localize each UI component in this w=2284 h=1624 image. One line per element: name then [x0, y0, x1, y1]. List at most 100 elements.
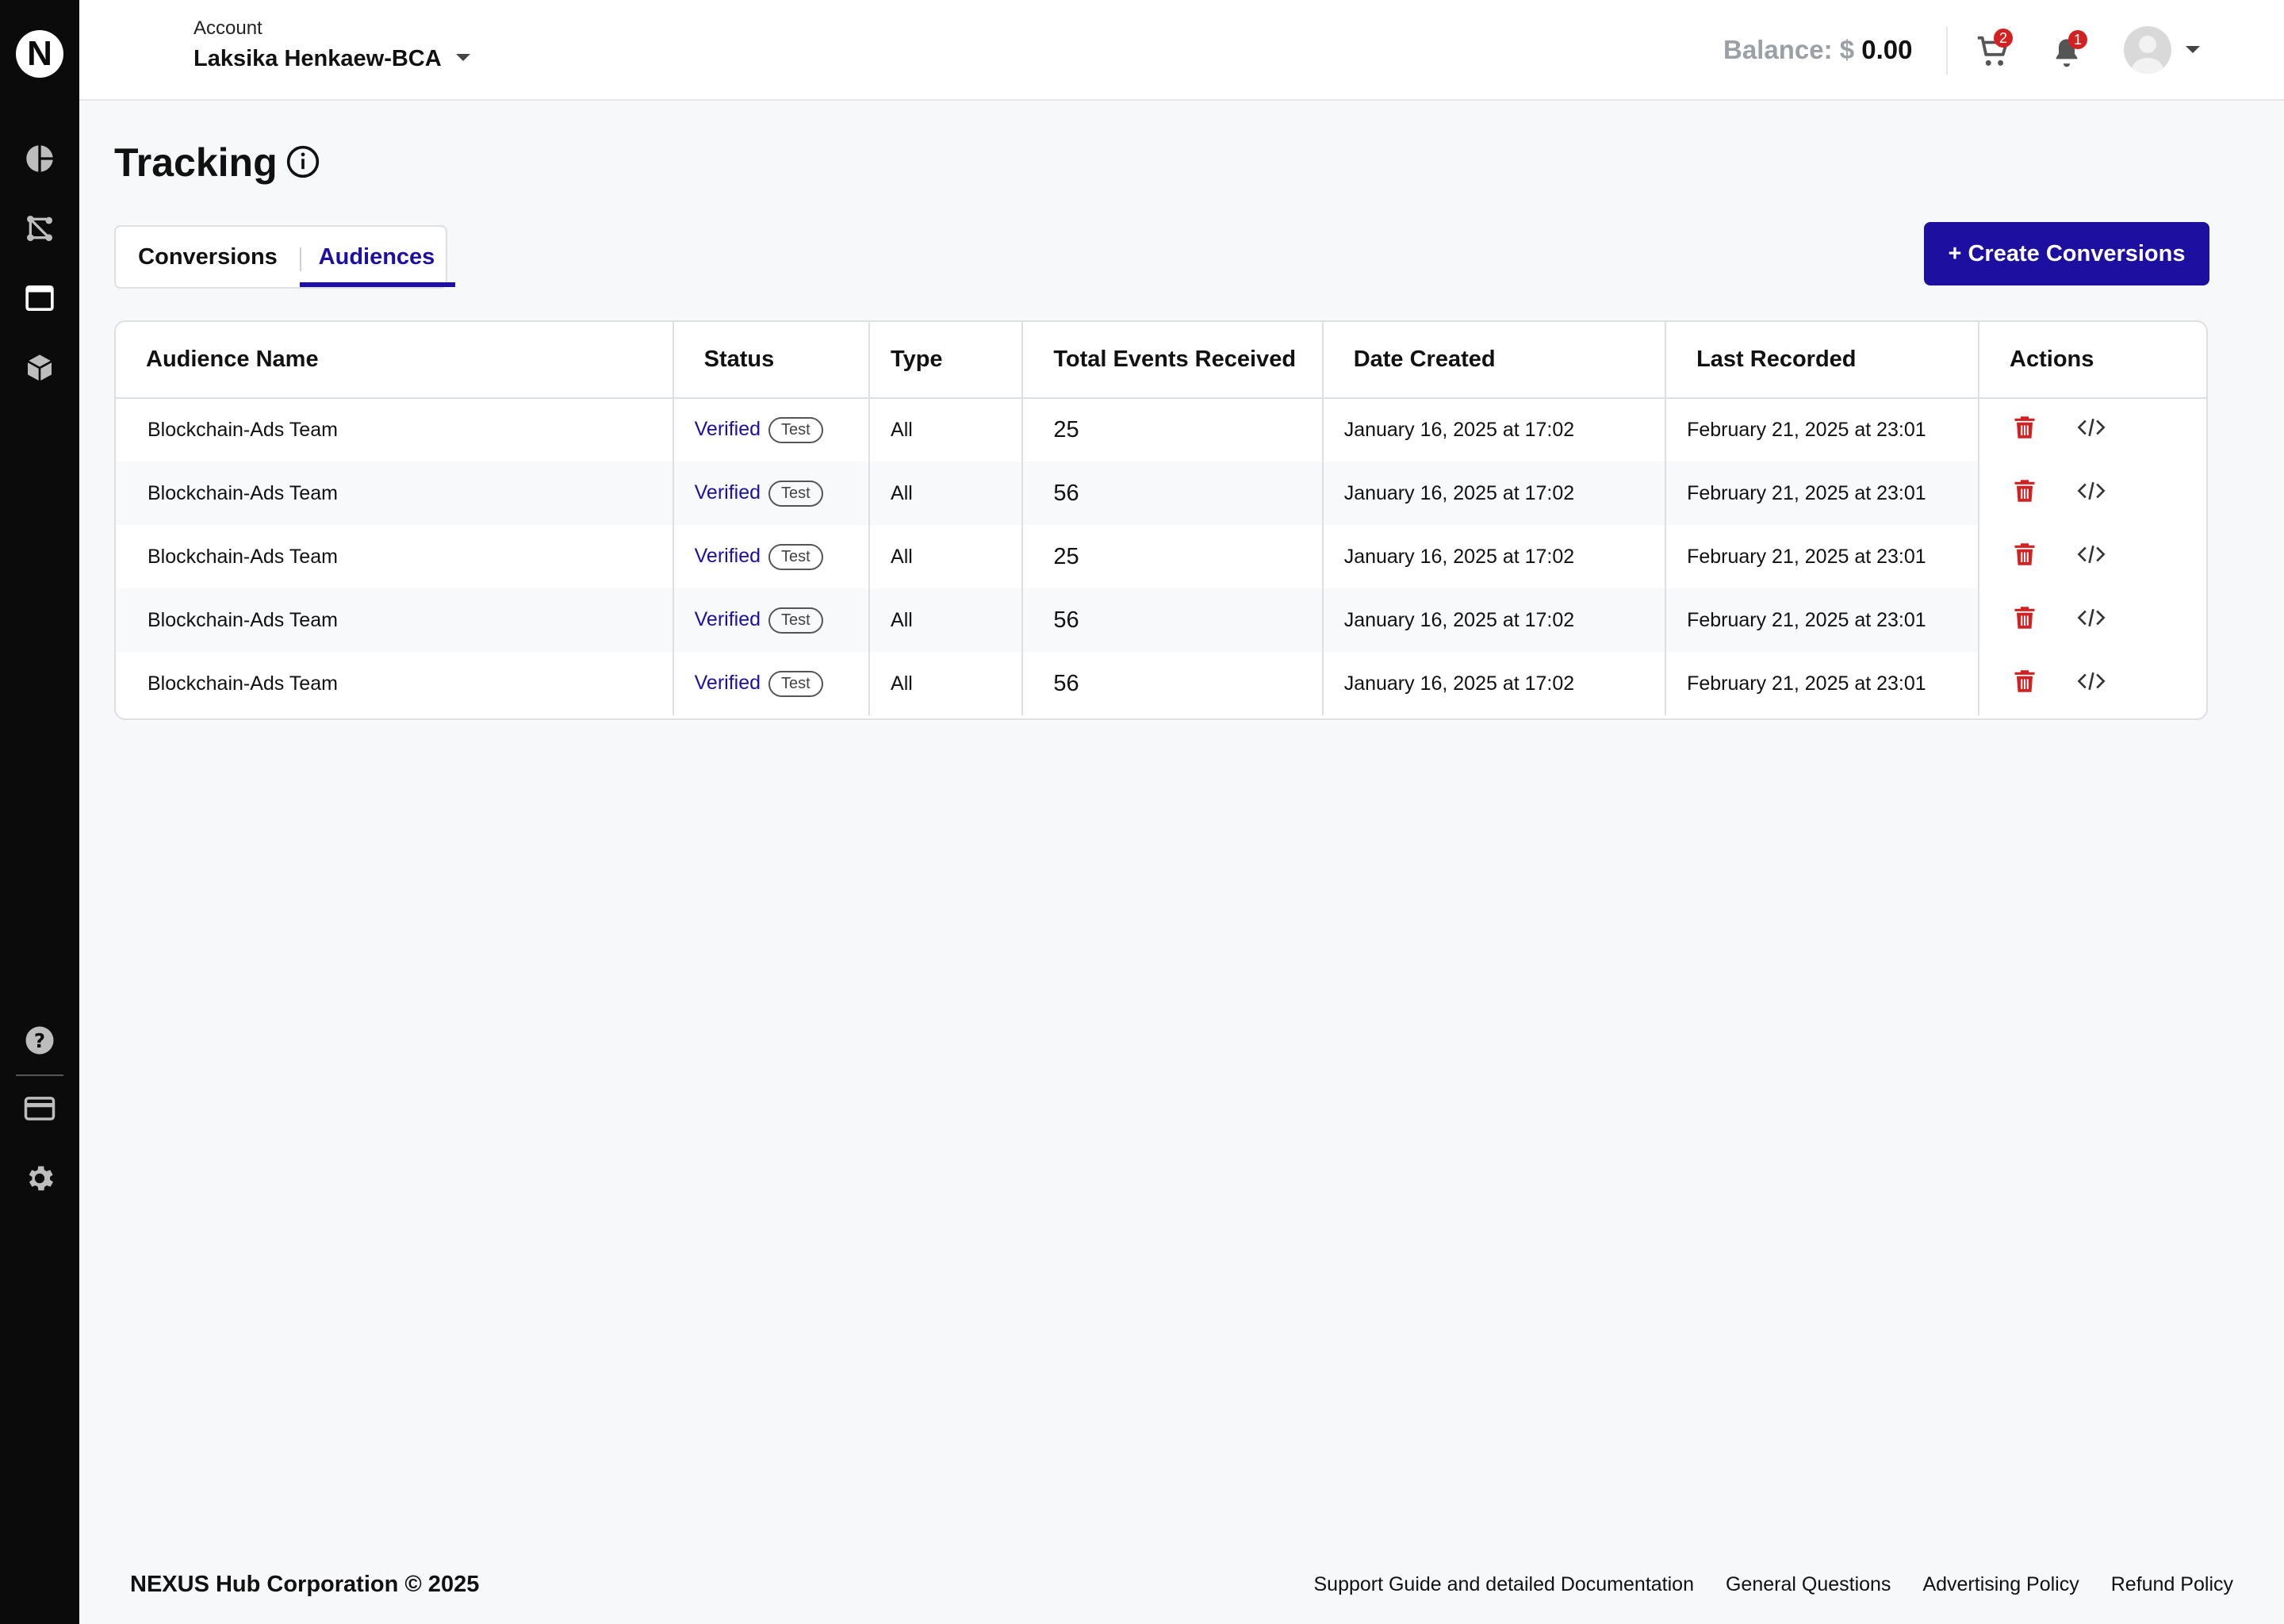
trash-icon[interactable] [2013, 541, 2037, 573]
column-header[interactable]: Last Recorded [1665, 322, 1980, 399]
column-header[interactable]: Type [869, 322, 1024, 399]
trash-icon[interactable] [2013, 604, 2037, 637]
code-icon[interactable] [2077, 669, 2106, 699]
footer-link-support[interactable]: Support Guide and detailed Documentation [1313, 1573, 1694, 1596]
gear-icon[interactable] [22, 1161, 57, 1196]
date-created: January 16, 2025 at 17:02 [1322, 525, 1667, 588]
footer-link-refund-policy[interactable]: Refund Policy [2111, 1573, 2233, 1596]
chevron-down-icon[interactable] [2184, 44, 2202, 59]
table-row[interactable]: Blockchain-Ads Team Verified Test All 25 … [116, 525, 2206, 588]
actions-cell [1979, 588, 2206, 652]
audience-type: All [869, 652, 1024, 715]
total-events: 56 [1022, 652, 1324, 715]
workflow-icon[interactable] [22, 211, 57, 246]
svg-text:?: ? [34, 1029, 45, 1052]
last-recorded: February 21, 2025 at 23:01 [1665, 652, 1980, 715]
status-cell: Verified Test [673, 525, 871, 588]
credit-card-icon[interactable] [22, 1091, 57, 1126]
tab-audiences[interactable]: Audiences [300, 227, 454, 287]
audiences-table: Audience Name Status Type Total Events R… [114, 320, 2208, 720]
audience-name: Blockchain-Ads Team [116, 462, 674, 525]
table-row[interactable]: Blockchain-Ads Team Verified Test All 56 … [116, 652, 2206, 715]
table-row[interactable]: Blockchain-Ads Team Verified Test All 56 … [116, 588, 2206, 652]
status-verified: Verified [694, 671, 761, 694]
audience-type: All [869, 588, 1024, 652]
active-tab-indicator [300, 282, 455, 287]
balance-display: Balance: $ 0.00 [1723, 35, 1913, 65]
date-created: January 16, 2025 at 17:02 [1322, 462, 1667, 525]
actions-cell [1979, 462, 2206, 525]
balance-label: Balance: $ [1723, 35, 1855, 64]
table-row[interactable]: Blockchain-Ads Team Verified Test All 56 … [116, 462, 2206, 525]
sidebar-divider [16, 1074, 63, 1076]
code-icon[interactable] [2077, 542, 2106, 572]
footer-link-general-questions[interactable]: General Questions [1726, 1573, 1891, 1596]
nexus-logo[interactable]: N [16, 30, 63, 78]
audience-name: Blockchain-Ads Team [116, 525, 674, 588]
code-icon[interactable] [2077, 606, 2106, 635]
status-verified: Verified [694, 481, 761, 504]
total-events: 56 [1022, 588, 1324, 652]
column-header[interactable]: Total Events Received [1022, 322, 1324, 399]
audience-type: All [869, 398, 1024, 462]
audience-type: All [869, 525, 1024, 588]
status-cell: Verified Test [673, 652, 871, 715]
last-recorded: February 21, 2025 at 23:01 [1665, 588, 1980, 652]
actions-cell [1979, 652, 2206, 715]
last-recorded: February 21, 2025 at 23:01 [1665, 462, 1980, 525]
create-conversions-button[interactable]: + Create Conversions [1924, 222, 2209, 285]
sidebar: N ? [0, 0, 79, 1624]
cube-icon[interactable] [22, 350, 57, 385]
date-created: January 16, 2025 at 17:02 [1322, 398, 1667, 462]
last-recorded: February 21, 2025 at 23:01 [1665, 398, 1980, 462]
window-icon[interactable] [22, 281, 57, 316]
status-cell: Verified Test [673, 398, 871, 462]
test-badge: Test [768, 543, 823, 570]
trash-icon[interactable] [2013, 414, 2037, 446]
cart-button[interactable]: 2 [1975, 29, 2014, 73]
audience-name: Blockchain-Ads Team [116, 652, 674, 715]
top-header: Account Laksika Henkaew-BCA Balance: $ 0… [79, 0, 2284, 101]
trash-icon[interactable] [2013, 668, 2037, 700]
help-icon[interactable]: ? [22, 1023, 57, 1058]
test-badge: Test [768, 480, 823, 507]
balance-amount: 0.00 [1861, 35, 1913, 64]
logo-letter: N [27, 34, 52, 73]
table-row[interactable]: Blockchain-Ads Team Verified Test All 25 … [116, 398, 2206, 462]
table-header-row: Audience Name Status Type Total Events R… [116, 322, 2206, 399]
audience-name: Blockchain-Ads Team [116, 398, 674, 462]
info-icon[interactable] [286, 144, 320, 183]
notifications-button[interactable]: 1 [2051, 30, 2087, 73]
date-created: January 16, 2025 at 17:02 [1322, 652, 1667, 715]
trash-icon[interactable] [2013, 477, 2037, 510]
account-name[interactable]: Laksika Henkaew-BCA [194, 46, 442, 72]
total-events: 25 [1022, 398, 1324, 462]
notification-count-badge: 1 [2068, 30, 2087, 49]
cart-count-badge: 2 [1994, 29, 2013, 48]
date-created: January 16, 2025 at 17:02 [1322, 588, 1667, 652]
status-verified: Verified [694, 418, 761, 441]
actions-cell [1979, 525, 2206, 588]
code-icon[interactable] [2077, 479, 2106, 508]
tab-conversions[interactable]: Conversions [116, 227, 300, 287]
footer-link-advertising-policy[interactable]: Advertising Policy [1922, 1573, 2079, 1596]
chevron-down-icon[interactable] [454, 52, 472, 67]
test-badge: Test [768, 417, 823, 443]
test-badge: Test [768, 670, 823, 697]
column-header[interactable]: Date Created [1322, 322, 1667, 399]
total-events: 56 [1022, 462, 1324, 525]
code-icon[interactable] [2077, 416, 2106, 445]
total-events: 25 [1022, 525, 1324, 588]
avatar[interactable] [2124, 26, 2171, 74]
page-title: Tracking [114, 140, 278, 185]
status-cell: Verified Test [673, 462, 871, 525]
last-recorded: February 21, 2025 at 23:01 [1665, 525, 1980, 588]
status-cell: Verified Test [673, 588, 871, 652]
header-divider [1946, 27, 1948, 75]
column-header[interactable]: Audience Name [116, 322, 674, 399]
column-header[interactable]: Status [673, 322, 871, 399]
audience-name: Blockchain-Ads Team [116, 588, 674, 652]
audience-type: All [869, 462, 1024, 525]
footer-links: Support Guide and detailed Documentation… [1313, 1573, 2233, 1596]
pie-chart-icon[interactable] [22, 141, 57, 176]
